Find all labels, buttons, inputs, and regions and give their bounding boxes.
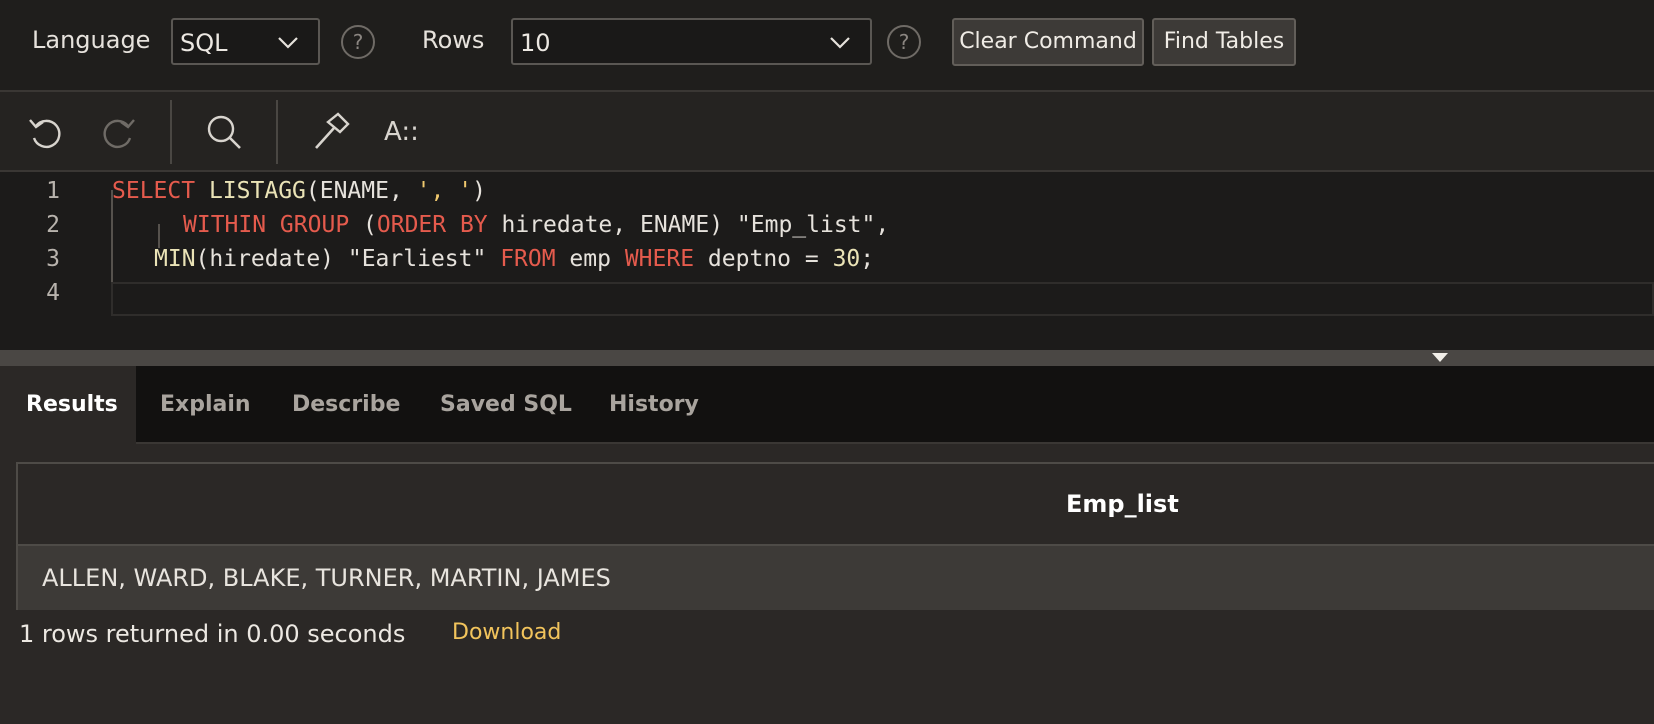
- line-number: 2: [46, 212, 60, 238]
- code-token: LISTAGG: [208, 178, 306, 204]
- code-line-3: MIN(hiredate) "Earliest" FROM emp WHERE …: [154, 246, 874, 272]
- code-token: WHERE: [624, 246, 695, 272]
- table-cell: ALLEN, WARD, BLAKE, TURNER, MARTIN, JAME…: [42, 564, 611, 592]
- tab-results[interactable]: Results: [0, 366, 136, 444]
- tab-history[interactable]: History: [609, 366, 699, 444]
- search-icon[interactable]: [202, 110, 246, 154]
- indent-guide: [111, 190, 113, 282]
- code-token: ): [472, 178, 486, 204]
- result-tabs: Results Explain Describe Saved SQL Histo…: [0, 366, 1654, 444]
- code-token: (: [349, 212, 377, 238]
- toolbar-divider: [276, 100, 278, 164]
- language-select[interactable]: SQL: [171, 18, 320, 65]
- code-token: WITHIN GROUP: [183, 212, 350, 238]
- hammer-icon[interactable]: [308, 110, 352, 154]
- current-line-highlight: [111, 282, 1654, 316]
- language-label: Language: [32, 26, 151, 54]
- tab-explain[interactable]: Explain: [160, 366, 251, 444]
- code-token: SELECT: [112, 178, 196, 204]
- find-tables-button[interactable]: Find Tables: [1152, 18, 1296, 66]
- chevron-down-icon: [830, 37, 850, 49]
- code-line-2: WITHIN GROUP (ORDER BY hiredate, ENAME) …: [183, 212, 889, 238]
- code-token: ORDER BY: [376, 212, 488, 238]
- code-token: (ENAME,: [305, 178, 417, 204]
- rows-label: Rows: [422, 26, 485, 54]
- redo-icon[interactable]: [96, 110, 140, 154]
- line-number: 4: [46, 280, 60, 306]
- indent-guide: [158, 224, 160, 248]
- language-select-value: SQL: [180, 29, 228, 57]
- language-help-icon[interactable]: ?: [341, 25, 375, 59]
- code-token: FROM: [500, 246, 556, 272]
- code-token: (hiredate) "Earliest": [195, 246, 501, 272]
- code-token: deptno =: [694, 246, 833, 272]
- rows-select[interactable]: 10: [511, 18, 872, 65]
- results-table: Emp_list ALLEN, WARD, BLAKE, TURNER, MAR…: [16, 462, 1654, 610]
- pane-splitter[interactable]: [0, 350, 1654, 366]
- column-header-emp-list[interactable]: Emp_list: [1066, 490, 1179, 518]
- clear-command-button[interactable]: Clear Command: [952, 18, 1144, 66]
- download-link[interactable]: Download: [452, 620, 561, 645]
- table-header: Emp_list: [18, 464, 1654, 546]
- code-token: ', ': [416, 178, 473, 204]
- toolbar-divider: [170, 100, 172, 164]
- table-row: ALLEN, WARD, BLAKE, TURNER, MARTIN, JAME…: [18, 546, 1654, 610]
- code-token: emp: [555, 246, 625, 272]
- line-number: 3: [46, 246, 60, 272]
- query-status: 1 rows returned in 0.00 seconds: [19, 620, 406, 648]
- editor-toolbar: A::: [0, 90, 1654, 172]
- code-line-1: SELECT LISTAGG(ENAME, ', '): [112, 178, 486, 204]
- settings-bar: Language SQL ? Rows 10 ? Clear Command F…: [0, 0, 1654, 90]
- collapse-caret-icon[interactable]: [1432, 353, 1448, 362]
- code-token: MIN: [154, 246, 196, 272]
- code-token: 30: [832, 246, 861, 272]
- line-number: 1: [46, 178, 60, 204]
- tab-describe[interactable]: Describe: [292, 366, 400, 444]
- rows-select-value: 10: [520, 29, 551, 57]
- code-token: hiredate, ENAME) "Emp_list",: [487, 212, 890, 238]
- undo-icon[interactable]: [24, 110, 68, 154]
- tab-saved-sql[interactable]: Saved SQL: [440, 366, 572, 444]
- rows-help-icon[interactable]: ?: [887, 25, 921, 59]
- code-token: ;: [860, 246, 875, 272]
- sql-editor[interactable]: 1 2 3 4 SELECT LISTAGG(ENAME, ', ') WITH…: [0, 172, 1654, 350]
- format-icon[interactable]: A::: [384, 110, 428, 154]
- chevron-down-icon: [278, 37, 298, 49]
